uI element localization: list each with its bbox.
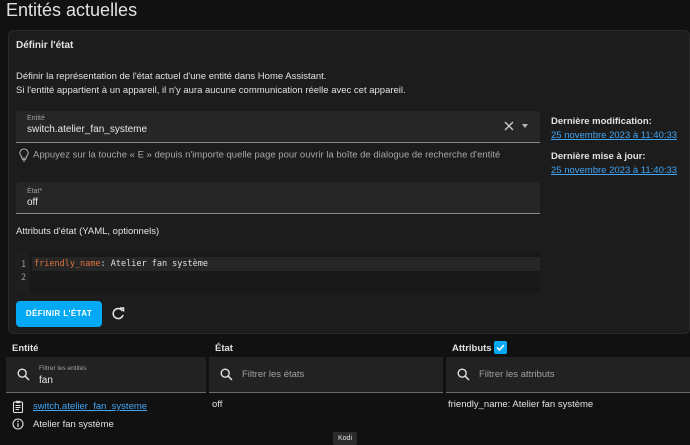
page-title: Entités actuelles [6,0,138,20]
entity-field-label: Entité [27,115,45,122]
description-line-2: Si l'entité appartient à un appareil, il… [16,85,406,96]
attributes-checkbox[interactable] [494,341,507,354]
entity-filter-value: fan [39,375,53,386]
yaml-key: friendly_name [34,259,101,269]
search-icon [457,368,470,381]
state-filter-placeholder: Filtrer les états [242,369,305,380]
column-header-state[interactable]: État [215,343,233,354]
attributes-title: Attributs d'état (YAML, optionnels) [16,226,160,237]
column-header-entity[interactable]: Entité [12,343,38,354]
description-line-1: Définir la représentation de l'état actu… [16,71,327,82]
search-icon [220,368,233,381]
search-icon [17,368,30,381]
entity-field[interactable]: Entité switch.atelier_fan_systeme [16,111,540,143]
state-filter[interactable]: Filtrer les états [209,357,443,393]
last-updated-value[interactable]: 25 novembre 2023 à 11:40:33 [551,165,677,176]
yaml-editor[interactable]: 1 2 friendly_name: Atelier fan système [16,253,540,293]
line-number: 2 [21,273,27,283]
yaml-value: Atelier fan système [105,259,209,269]
state-field-value: off [27,197,38,208]
last-changed-value[interactable]: 25 novembre 2023 à 11:40:33 [551,130,677,141]
entity-friendly-name: Atelier fan système [33,419,114,430]
card-title: Définir l'état [16,40,74,51]
state-field-label: État* [27,188,43,195]
last-changed-label: Dernière modification: [551,116,652,127]
lightbulb-icon [19,148,29,162]
hint-text: Appuyez sur la touche « E » depuis n'imp… [33,149,501,161]
caret-down-icon[interactable] [522,124,528,128]
row-attributes-value: friendly_name: Atelier fan système [448,399,594,410]
last-updated-label: Dernière mise à jour: [551,151,646,162]
entity-filter[interactable]: Filtrer les entités fan [6,357,206,393]
entity-id-link[interactable]: switch.atelier_fan_systeme [33,401,147,412]
search-hint: Appuyez sur la touche « E » depuis n'imp… [18,148,500,162]
entity-field-value: switch.atelier_fan_systeme [27,124,148,135]
yaml-line-1: friendly_name: Atelier fan système [34,259,208,269]
row-state-value: off [212,399,223,410]
tooltip: Kodi [333,432,357,445]
state-field[interactable]: État* off [16,182,540,214]
refresh-icon[interactable] [110,306,126,322]
line-number: 1 [21,260,27,270]
column-header-attributes[interactable]: Attributs [452,343,492,354]
attributes-filter[interactable]: Filtrer les attributs [446,357,690,393]
entity-filter-label: Filtrer les entités [39,365,87,372]
info-icon[interactable] [12,418,24,430]
clipboard-icon[interactable] [12,400,24,413]
attributes-filter-placeholder: Filtrer les attributs [479,369,555,380]
set-state-button[interactable]: DÉFINIR L'ÉTAT [16,301,102,327]
close-icon[interactable] [502,119,516,133]
